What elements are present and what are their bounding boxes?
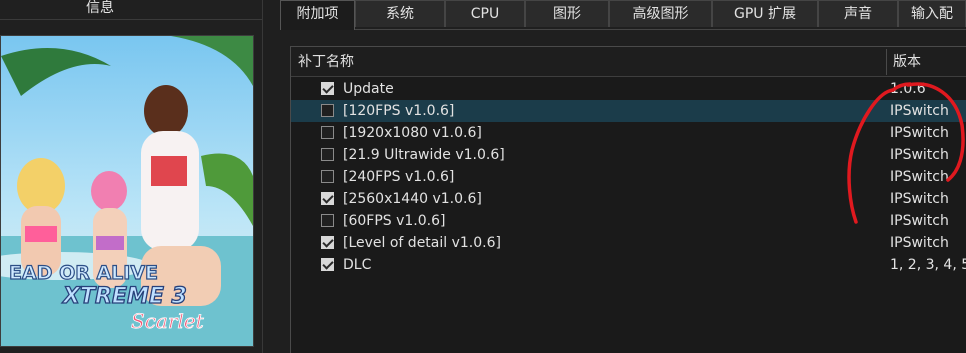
patch-row[interactable]: [2560x1440 v1.0.6] IPSwitch: [291, 188, 966, 210]
patch-row[interactable]: [60FPS v1.0.6] IPSwitch: [291, 210, 966, 232]
tab-graphics[interactable]: 图形: [525, 0, 609, 27]
patch-row[interactable]: [240FPS v1.0.6] IPSwitch: [291, 166, 966, 188]
tab-label: 图形: [553, 6, 581, 22]
tab-addons[interactable]: 附加项: [280, 0, 355, 30]
patch-enable-checkbox[interactable]: [321, 236, 334, 249]
patch-version: IPSwitch: [890, 103, 949, 119]
info-panel: 信息 EAD OR ALIVE XTREME 3 Scarlet: [0, 0, 262, 353]
patch-name: [1920x1080 v1.0.6]: [343, 125, 482, 141]
cover-art: EAD OR ALIVE XTREME 3 Scarlet: [1, 36, 253, 346]
svg-text:EAD OR ALIVE: EAD OR ALIVE: [9, 262, 158, 284]
patch-name: [Level of detail v1.0.6]: [343, 235, 501, 251]
patch-version: IPSwitch: [890, 213, 949, 229]
patch-row[interactable]: [Level of detail v1.0.6] IPSwitch: [291, 232, 966, 254]
patch-table: 补丁名称 版本 Update 1.0.6 [120FPS v1.0.6] IPSwit…: [290, 46, 966, 353]
patch-enable-checkbox[interactable]: [321, 258, 334, 271]
patch-version: IPSwitch: [890, 169, 949, 185]
patch-enable-checkbox[interactable]: [321, 170, 334, 183]
patch-name: [2560x1440 v1.0.6]: [343, 191, 482, 207]
svg-text:XTREME 3: XTREME 3: [61, 284, 187, 309]
patch-name: [240FPS v1.0.6]: [343, 169, 455, 185]
column-header-version[interactable]: 版本: [893, 47, 921, 77]
tab-label: 声音: [844, 6, 872, 22]
patch-row[interactable]: [21.9 Ultrawide v1.0.6] IPSwitch: [291, 144, 966, 166]
patch-enable-checkbox[interactable]: [321, 104, 334, 117]
patch-row[interactable]: Update 1.0.6: [291, 78, 966, 100]
tab-label: 系统: [386, 6, 414, 22]
patch-name: [21.9 Ultrawide v1.0.6]: [343, 147, 505, 163]
info-panel-title: 信息: [86, 0, 114, 16]
column-header-patch-name[interactable]: 补丁名称: [298, 47, 354, 77]
patch-row[interactable]: [1920x1080 v1.0.6] IPSwitch: [291, 122, 966, 144]
patch-enable-checkbox[interactable]: [321, 214, 334, 227]
tab-input[interactable]: 输入配: [898, 0, 966, 27]
tab-gpu-extensions[interactable]: GPU 扩展: [712, 0, 818, 27]
patch-version: IPSwitch: [890, 125, 949, 141]
tab-label: 附加项: [296, 6, 339, 22]
tab-cpu[interactable]: CPU: [445, 0, 525, 27]
tab-label: GPU 扩展: [734, 6, 796, 22]
patch-row[interactable]: [120FPS v1.0.6] IPSwitch: [291, 100, 966, 122]
patch-row[interactable]: DLC 1, 2, 3, 4, 5, 6: [291, 254, 966, 276]
patch-name: DLC: [343, 257, 372, 273]
tab-label: 输入配: [911, 6, 953, 22]
tab-underline: [355, 29, 966, 30]
tab-label: 高级图形: [632, 6, 689, 22]
patch-version: 1.0.6: [890, 81, 926, 97]
patch-version: IPSwitch: [890, 191, 949, 207]
svg-text:Scarlet: Scarlet: [131, 309, 205, 333]
info-divider: [0, 19, 262, 20]
patch-name: [60FPS v1.0.6]: [343, 213, 446, 229]
tab-system[interactable]: 系统: [355, 0, 445, 27]
patch-enable-checkbox[interactable]: [321, 148, 334, 161]
patch-enable-checkbox[interactable]: [321, 126, 334, 139]
tab-audio[interactable]: 声音: [818, 0, 898, 27]
patch-enable-checkbox[interactable]: [321, 82, 334, 95]
patch-version: IPSwitch: [890, 147, 949, 163]
panel-separator: [262, 0, 263, 353]
patch-version: IPSwitch: [890, 235, 949, 251]
table-header: 补丁名称 版本: [291, 47, 966, 77]
tab-advanced-graphics[interactable]: 高级图形: [609, 0, 712, 27]
tab-label: CPU: [470, 6, 500, 22]
game-cover-image: EAD OR ALIVE XTREME 3 Scarlet: [0, 35, 254, 347]
patch-name: [120FPS v1.0.6]: [343, 103, 455, 119]
settings-tab-bar: 附加项 系统 CPU 图形 高级图形 GPU 扩展 声音 输入配: [280, 0, 966, 30]
patch-name: Update: [343, 81, 394, 97]
patch-version: 1, 2, 3, 4, 5, 6: [890, 257, 966, 273]
patch-enable-checkbox[interactable]: [321, 192, 334, 205]
column-divider[interactable]: [886, 49, 887, 75]
